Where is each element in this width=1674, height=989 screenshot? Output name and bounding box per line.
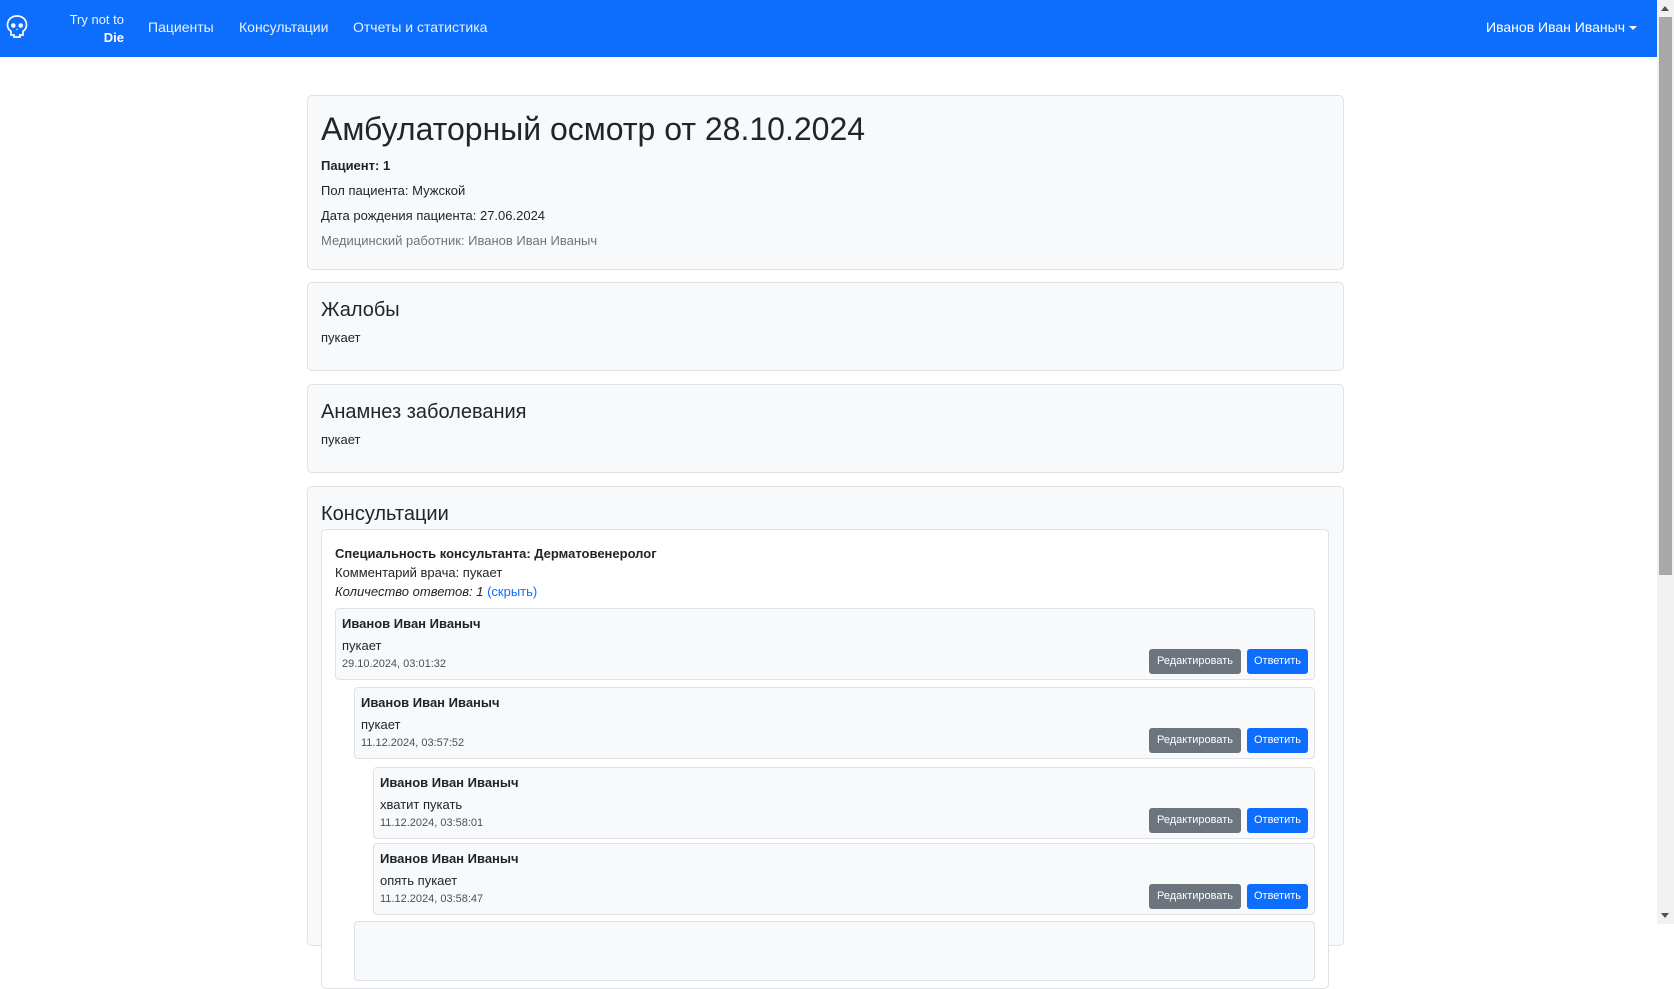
- answer-item: Иванов Иван Иваныч хватит пукать 11.12.2…: [373, 767, 1315, 839]
- edit-button[interactable]: Редактировать: [1149, 884, 1241, 909]
- complaints-card: Жалобы пукает: [307, 282, 1344, 371]
- exam-card: Амбулаторный осмотр от 28.10.2024 Пациен…: [307, 95, 1344, 270]
- answer-text: пукает: [361, 717, 401, 732]
- patient-sex: Пол пациента: Мужской: [321, 183, 466, 198]
- scrollbar[interactable]: [1657, 0, 1674, 924]
- patient-label: Пациент: 1: [321, 158, 391, 173]
- anamnesis-text: пукает: [321, 432, 361, 447]
- consultations-title: Консультации: [321, 503, 449, 525]
- user-name: Иванов Иван Иваныч: [1486, 19, 1625, 35]
- brand[interactable]: Try not to Die: [68, 11, 124, 47]
- reply-button[interactable]: Ответить: [1247, 808, 1308, 833]
- edit-button[interactable]: Редактировать: [1149, 649, 1241, 674]
- reply-button[interactable]: Ответить: [1247, 884, 1308, 909]
- anamnesis-title: Анамнез заболевания: [321, 401, 527, 423]
- nav-consultations[interactable]: Консультации: [239, 19, 328, 35]
- answer-author: Иванов Иван Иваныч: [380, 851, 519, 866]
- navbar: Try not to Die Пациенты Консультации Отч…: [0, 0, 1657, 57]
- complaints-title: Жалобы: [321, 299, 400, 321]
- scroll-up-arrow-icon[interactable]: [1661, 6, 1669, 11]
- answer-item: Иванов Иван Иваныч опять пукает 11.12.20…: [373, 843, 1315, 915]
- answer-author: Иванов Иван Иваныч: [361, 695, 500, 710]
- answer-author: Иванов Иван Иваныч: [342, 616, 481, 631]
- answers-count: Количество ответов: 1: [335, 584, 484, 599]
- skull-icon[interactable]: [5, 14, 29, 41]
- anamnesis-card: Анамнез заболевания пукает: [307, 384, 1344, 473]
- answer-date: 11.12.2024, 03:57:52: [361, 737, 465, 749]
- answer-item: Иванов Иван Иваныч пукает 11.12.2024, 03…: [354, 687, 1315, 759]
- answer-date: 11.12.2024, 03:58:47: [380, 893, 484, 905]
- scrollbar-thumb[interactable]: [1659, 17, 1672, 575]
- answer-date: 11.12.2024, 03:58:01: [380, 817, 484, 829]
- caret-down-icon: [1629, 26, 1637, 31]
- user-menu[interactable]: Иванов Иван Иваныч: [1486, 19, 1637, 35]
- answer-item-partial: [354, 921, 1315, 981]
- answer-author: Иванов Иван Иваныч: [380, 775, 519, 790]
- answer-text: хватит пукать: [380, 797, 463, 812]
- consultations-card: Консультации Специальность консультанта:…: [307, 486, 1344, 989]
- scroll-down-arrow-icon[interactable]: [1661, 913, 1669, 918]
- hide-answers-link[interactable]: (скрыть): [487, 584, 537, 599]
- consultant-specialty: Специальность консультанта: Дерматовенер…: [335, 546, 657, 561]
- nav-reports[interactable]: Отчеты и статистика: [353, 19, 487, 35]
- nav-patients[interactable]: Пациенты: [148, 19, 214, 35]
- answers-count-row: Количество ответов: 1 (скрыть): [335, 582, 657, 601]
- reply-button[interactable]: Ответить: [1247, 728, 1308, 753]
- page-title: Амбулаторный осмотр от 28.10.2024: [321, 111, 866, 147]
- answer-item: Иванов Иван Иваныч пукает 29.10.2024, 03…: [335, 608, 1315, 680]
- doctor-comment: Комментарий врача: пукает: [335, 565, 503, 580]
- doctor-name: Медицинский работник: Иванов Иван Иваныч: [321, 233, 598, 248]
- answer-text: пукает: [342, 638, 382, 653]
- answer-date: 29.10.2024, 03:01:32: [342, 658, 446, 670]
- patient-birth: Дата рождения пациента: 27.06.2024: [321, 208, 546, 223]
- consultation-item: Специальность консультанта: Дерматовенер…: [321, 529, 1329, 989]
- complaints-text: пукает: [321, 330, 361, 345]
- brand-line1: Try not to: [69, 12, 124, 27]
- edit-button[interactable]: Редактировать: [1149, 808, 1241, 833]
- answer-text: опять пукает: [380, 873, 458, 888]
- reply-button[interactable]: Ответить: [1247, 649, 1308, 674]
- edit-button[interactable]: Редактировать: [1149, 728, 1241, 753]
- brand-line2: Die: [103, 30, 124, 45]
